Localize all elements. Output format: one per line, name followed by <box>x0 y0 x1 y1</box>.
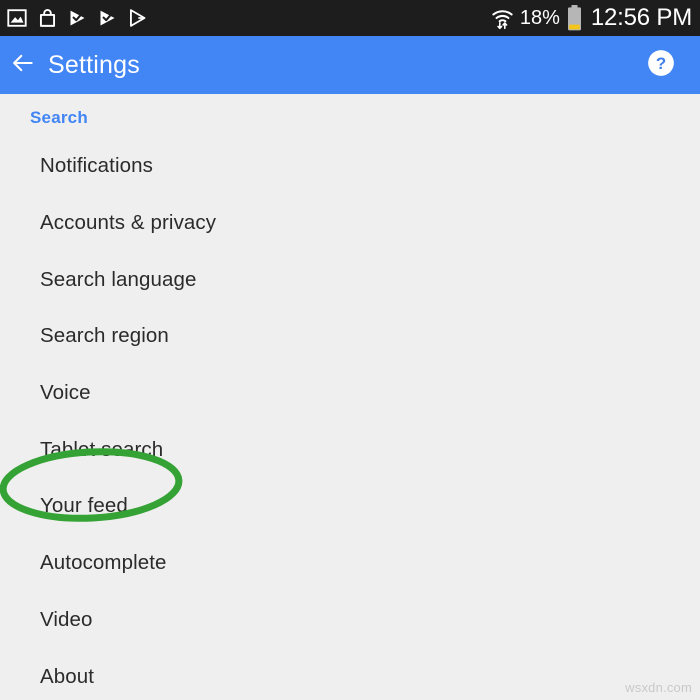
list-item-voice[interactable]: Voice <box>0 365 700 422</box>
page-title: Settings <box>48 50 140 79</box>
list-item-accounts-privacy[interactable]: Accounts & privacy <box>0 195 700 252</box>
list-item-label: Video <box>40 607 93 631</box>
watermark: wsxdn.com <box>625 680 692 695</box>
list-item-label: Autocomplete <box>40 551 167 575</box>
list-item-label: Voice <box>40 381 91 405</box>
list-item-label: Notifications <box>40 154 153 178</box>
list-item-label: Your feed <box>40 494 128 518</box>
shopping-bag-icon <box>37 7 58 29</box>
list-item-tablet-search[interactable]: Tablet search <box>0 421 700 478</box>
status-bar-system-icons: 18% 12:56 PM <box>491 0 692 36</box>
list-item-label: Tablet search <box>40 437 164 461</box>
status-bar: 18% 12:56 PM <box>0 0 700 36</box>
list-item-video[interactable]: Video <box>0 592 700 649</box>
help-button[interactable]: ? <box>644 48 678 82</box>
status-bar-clock: 12:56 PM <box>590 4 692 31</box>
back-arrow-icon <box>10 50 36 81</box>
list-item-label: Accounts & privacy <box>40 211 217 235</box>
back-button[interactable] <box>0 36 46 94</box>
list-item-notifications[interactable]: Notifications <box>0 138 700 195</box>
list-item-label: Search language <box>40 267 197 291</box>
svg-text:?: ? <box>656 53 666 72</box>
list-item-about[interactable]: About <box>0 648 700 700</box>
play-store-icon <box>127 7 148 29</box>
screenshot-icon <box>6 7 28 29</box>
settings-content: Search Notifications Accounts & privacy … <box>0 94 700 700</box>
list-item-label: Search region <box>40 324 169 348</box>
settings-list: Notifications Accounts & privacy Search … <box>0 138 700 700</box>
list-item-search-region[interactable]: Search region <box>0 308 700 365</box>
play-check-icon-1 <box>67 7 88 29</box>
list-item-search-language[interactable]: Search language <box>0 251 700 308</box>
list-item-autocomplete[interactable]: Autocomplete <box>0 535 700 592</box>
section-header-search: Search <box>30 108 88 127</box>
battery-percentage: 18% <box>519 6 560 29</box>
android-settings-screen: 18% 12:56 PM Settings ? Search Notificat… <box>0 0 700 700</box>
battery-low-icon <box>566 4 583 32</box>
app-bar: Settings ? <box>0 36 700 94</box>
list-item-label: About <box>40 664 95 688</box>
help-circle-icon: ? <box>646 48 676 83</box>
play-check-icon-2 <box>97 7 118 29</box>
list-item-your-feed[interactable]: Your feed <box>0 478 700 535</box>
wifi-transfer-icon <box>491 6 514 30</box>
status-bar-notification-icons <box>6 0 148 36</box>
